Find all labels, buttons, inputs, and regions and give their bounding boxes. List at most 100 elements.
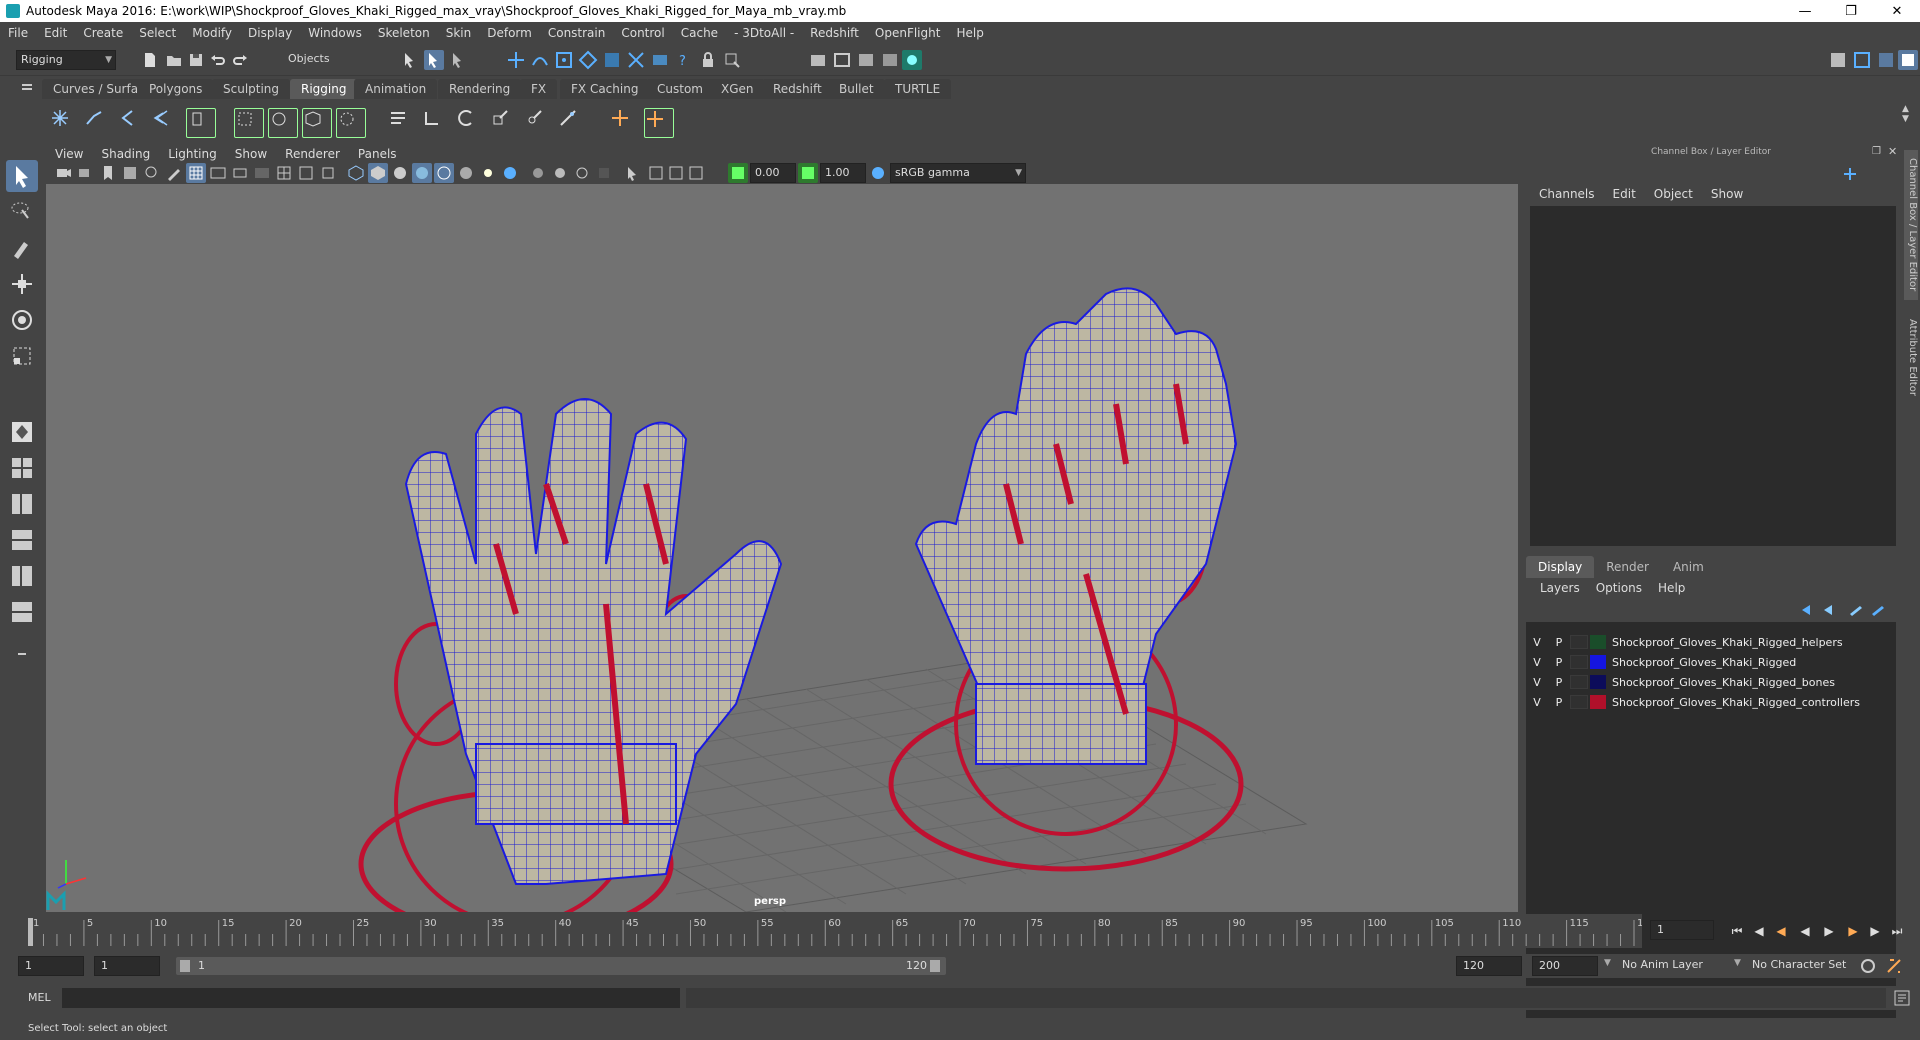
toggle-channel-box-icon[interactable] [1898, 50, 1918, 70]
shelf-tab-custom[interactable]: Custom [646, 79, 714, 99]
wireframe-on-shaded-icon[interactable] [412, 163, 432, 183]
rotate-tool-icon[interactable] [6, 304, 38, 336]
close-button[interactable]: ✕ [1874, 0, 1920, 22]
snap-curve-icon[interactable] [530, 50, 550, 70]
toggle-attribute-editor-icon[interactable] [1852, 50, 1872, 70]
lasso-tool-icon[interactable] [6, 196, 38, 228]
menu-display[interactable]: Display [240, 26, 300, 40]
selection-mode-dropdown[interactable]: Objects [284, 50, 380, 70]
side-tab-channel-box[interactable]: Channel Box / Layer Editor [1904, 150, 1918, 300]
side-tab-attribute-editor[interactable]: Attribute Editor [1904, 312, 1918, 402]
render-settings-icon[interactable] [880, 50, 900, 70]
viewport-menu-show[interactable]: Show [226, 147, 276, 161]
xray-active-icon[interactable] [666, 163, 686, 183]
gamma-icon[interactable] [798, 163, 818, 183]
xray-joints-icon[interactable] [646, 163, 666, 183]
snap-point-icon[interactable] [554, 50, 574, 70]
shelf-scroll-arrows[interactable]: ▲ ▼ [1902, 104, 1909, 124]
layer-display-type-toggle[interactable] [1570, 635, 1588, 649]
depth-of-field-icon[interactable] [594, 163, 614, 183]
shelf-tab-animation[interactable]: Animation [354, 79, 438, 99]
menu-openflight[interactable]: OpenFlight [867, 26, 949, 40]
character-set-dropdown[interactable]: No Character Set [1752, 958, 1846, 971]
camera-sequencer-icon[interactable] [686, 163, 706, 183]
layer-row[interactable]: V P Shockproof_Gloves_Khaki_Rigged_bones [1526, 672, 1896, 692]
scale-constraint-icon[interactable] [490, 108, 516, 134]
perspective-viewport[interactable]: persp [46, 184, 1518, 912]
anti-aliasing-icon[interactable] [572, 163, 592, 183]
isolate-select-icon[interactable] [622, 163, 642, 183]
viewport-menu-shading[interactable]: Shading [92, 147, 159, 161]
play-forwards-icon[interactable]: ▶ [1820, 922, 1838, 940]
resolution-gate-icon[interactable] [230, 163, 250, 183]
character-set-arrow-icon[interactable]: ▼ [1734, 958, 1741, 968]
anim-layer-arrow-icon[interactable]: ▼ [1604, 958, 1611, 968]
ik-handle-icon[interactable] [84, 108, 110, 134]
open-scene-icon[interactable] [164, 50, 184, 70]
set-driven-key-icon[interactable] [644, 108, 674, 138]
menu-select[interactable]: Select [131, 26, 184, 40]
step-forward-frame-icon[interactable]: ▶ [1844, 922, 1862, 940]
command-input[interactable] [62, 988, 680, 1008]
menu-control[interactable]: Control [613, 26, 672, 40]
layer-menu-help[interactable]: Help [1650, 581, 1693, 595]
use-all-lights-icon[interactable] [478, 163, 498, 183]
parent-constraint-icon[interactable] [388, 108, 414, 134]
float-panel-icon[interactable]: ❐ [1872, 146, 1881, 157]
script-editor-icon[interactable] [1892, 988, 1912, 1008]
scene-start-field[interactable]: 1 [18, 956, 84, 976]
layer-color-swatch[interactable] [1590, 635, 1606, 649]
channel-box-options-icon[interactable] [1842, 166, 1858, 182]
go-to-end-icon[interactable]: ⏭ [1888, 922, 1906, 940]
single-perspective-layout-icon[interactable] [6, 416, 38, 448]
persp-graph-layout-icon[interactable] [6, 524, 38, 556]
locator-icon[interactable] [610, 108, 636, 134]
viewport-menu-renderer[interactable]: Renderer [276, 147, 349, 161]
move-layer-down-icon[interactable] [1820, 600, 1840, 620]
screen-space-ao-icon[interactable] [528, 163, 548, 183]
workspace-icon[interactable] [1828, 50, 1848, 70]
bookmark-icon[interactable] [98, 163, 118, 183]
menu-cache[interactable]: Cache [673, 26, 726, 40]
ipr-render-icon[interactable] [856, 50, 876, 70]
layer-visibility-toggle[interactable]: V [1526, 696, 1548, 709]
persp-outliner-layout-icon[interactable] [6, 488, 38, 520]
viewport-menu-panels[interactable]: Panels [349, 147, 406, 161]
layer-menu-layers[interactable]: Layers [1532, 581, 1588, 595]
lock-icon[interactable] [698, 50, 718, 70]
layer-visibility-toggle[interactable]: V [1526, 636, 1548, 649]
scene-end-field[interactable]: 200 [1532, 956, 1598, 976]
go-to-start-icon[interactable]: ⏮ [1728, 922, 1746, 940]
save-scene-icon[interactable] [186, 50, 206, 70]
select-component-icon[interactable] [448, 50, 468, 70]
layer-playback-toggle[interactable]: P [1548, 656, 1570, 669]
make-live-icon[interactable]: ? [674, 50, 694, 70]
snap-view-plane-icon[interactable] [650, 50, 670, 70]
channel-box-area[interactable] [1530, 206, 1896, 546]
select-tool-icon[interactable] [6, 160, 38, 192]
layer-menu-options[interactable]: Options [1588, 581, 1650, 595]
redo-icon[interactable] [230, 50, 250, 70]
layer-playback-toggle[interactable]: P [1548, 676, 1570, 689]
close-panel-icon[interactable]: ✕ [1888, 145, 1897, 158]
layer-color-swatch[interactable] [1590, 675, 1606, 689]
film-gate-icon[interactable] [208, 163, 228, 183]
snap-surface-icon[interactable] [602, 50, 622, 70]
custom-layout-icon[interactable] [6, 596, 38, 628]
shelf-menu-icon[interactable] [22, 84, 32, 86]
select-hierarchy-icon[interactable] [400, 50, 420, 70]
menu-set-dropdown[interactable]: Rigging ▼ [16, 50, 116, 70]
new-layer-selected-icon[interactable] [1868, 600, 1888, 620]
ik-spline-icon[interactable] [118, 108, 144, 134]
play-backwards-icon[interactable]: ◀ [1796, 922, 1814, 940]
layer-display-type-toggle[interactable] [1570, 675, 1588, 689]
shelf-tab-rigging[interactable]: Rigging [290, 79, 358, 99]
shelf-tab-redshift[interactable]: Redshift [762, 79, 833, 99]
wrap-icon[interactable] [302, 108, 332, 138]
layer-tab-render[interactable]: Render [1594, 556, 1661, 578]
layer-row[interactable]: V P Shockproof_Gloves_Khaki_Rigged_control… [1526, 692, 1896, 712]
four-view-layout-icon[interactable] [6, 452, 38, 484]
shelf-tab-xgen[interactable]: XGen [710, 79, 765, 99]
move-tool-icon[interactable] [6, 268, 38, 300]
orient-constraint-icon[interactable] [456, 108, 482, 134]
